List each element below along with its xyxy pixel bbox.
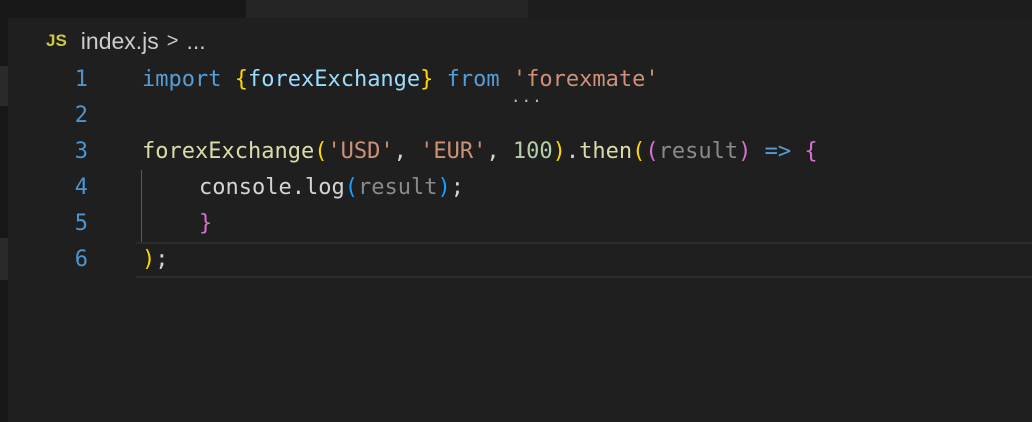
- method-name: log: [304, 175, 345, 200]
- bracket: (: [632, 139, 646, 164]
- bracket: ): [552, 139, 566, 164]
- function-name: forexExchange: [142, 139, 315, 164]
- code-line: 5 }: [0, 206, 1032, 242]
- arrow-operator: =>: [751, 139, 805, 164]
- bracket: (: [344, 175, 358, 200]
- line-number: 1: [74, 67, 88, 92]
- code-line: 4 console.log(result);: [0, 170, 1032, 206]
- code-text[interactable]: );: [142, 242, 169, 278]
- breadcrumb: JS index.js > ...: [46, 26, 206, 56]
- code-line: 2: [0, 98, 1032, 134]
- bracket: }: [420, 67, 434, 92]
- javascript-file-icon: JS: [46, 31, 67, 50]
- identifier: forexExchange: [247, 67, 421, 92]
- bracket: (: [314, 139, 328, 164]
- editor-tab-bar: [0, 0, 1032, 18]
- punctuation: ,: [486, 139, 513, 164]
- code-editor[interactable]: 1 import {forexExchange} from ...'forexm…: [0, 62, 1032, 278]
- code-text[interactable]: console.log(result);: [142, 170, 464, 206]
- punctuation: ;: [450, 175, 464, 200]
- code-text[interactable]: import {forexExchange} from ...'forexmat…: [142, 62, 659, 105]
- identifier: console: [199, 175, 292, 200]
- line-number: 6: [74, 247, 88, 272]
- tab-bar-segment[interactable]: [246, 0, 528, 18]
- punctuation: .: [565, 139, 580, 164]
- tab-bar-segment: [528, 0, 1032, 18]
- bracket: }: [199, 211, 213, 236]
- code-text[interactable]: forexExchange('USD', 'EUR', 100).then((r…: [142, 134, 818, 170]
- parameter: result: [658, 139, 739, 164]
- bracket: ): [738, 139, 752, 164]
- line-number: 4: [74, 175, 88, 200]
- number-literal: 100: [512, 139, 553, 164]
- punctuation: .: [291, 175, 305, 200]
- line-number: 5: [74, 211, 88, 236]
- breadcrumb-file[interactable]: index.js: [81, 28, 159, 55]
- keyword: from: [446, 67, 500, 92]
- bracket: (: [645, 139, 659, 164]
- bracket: ): [142, 247, 156, 272]
- string-literal: 'EUR': [420, 139, 487, 164]
- code-text[interactable]: }: [142, 206, 212, 242]
- bracket: {: [234, 67, 248, 92]
- identifier: result: [357, 175, 438, 200]
- punctuation: ,: [393, 139, 421, 164]
- code-line: 1 import {forexExchange} from ...'forexm…: [0, 62, 1032, 105]
- code-line: 3 forexExchange('USD', 'EUR', 100).then(…: [0, 134, 1032, 170]
- code-line: 6 );: [0, 242, 1032, 278]
- chevron-right-icon: >: [166, 29, 179, 52]
- line-number: 3: [74, 139, 88, 164]
- breadcrumb-more[interactable]: ...: [186, 28, 205, 55]
- method-name: then: [579, 139, 633, 164]
- line-number: 2: [74, 103, 88, 128]
- keyword: import: [142, 67, 222, 92]
- punctuation: ;: [155, 247, 169, 272]
- bracket: {: [804, 139, 818, 164]
- string-literal: 'USD': [327, 139, 394, 164]
- bracket: ): [437, 175, 451, 200]
